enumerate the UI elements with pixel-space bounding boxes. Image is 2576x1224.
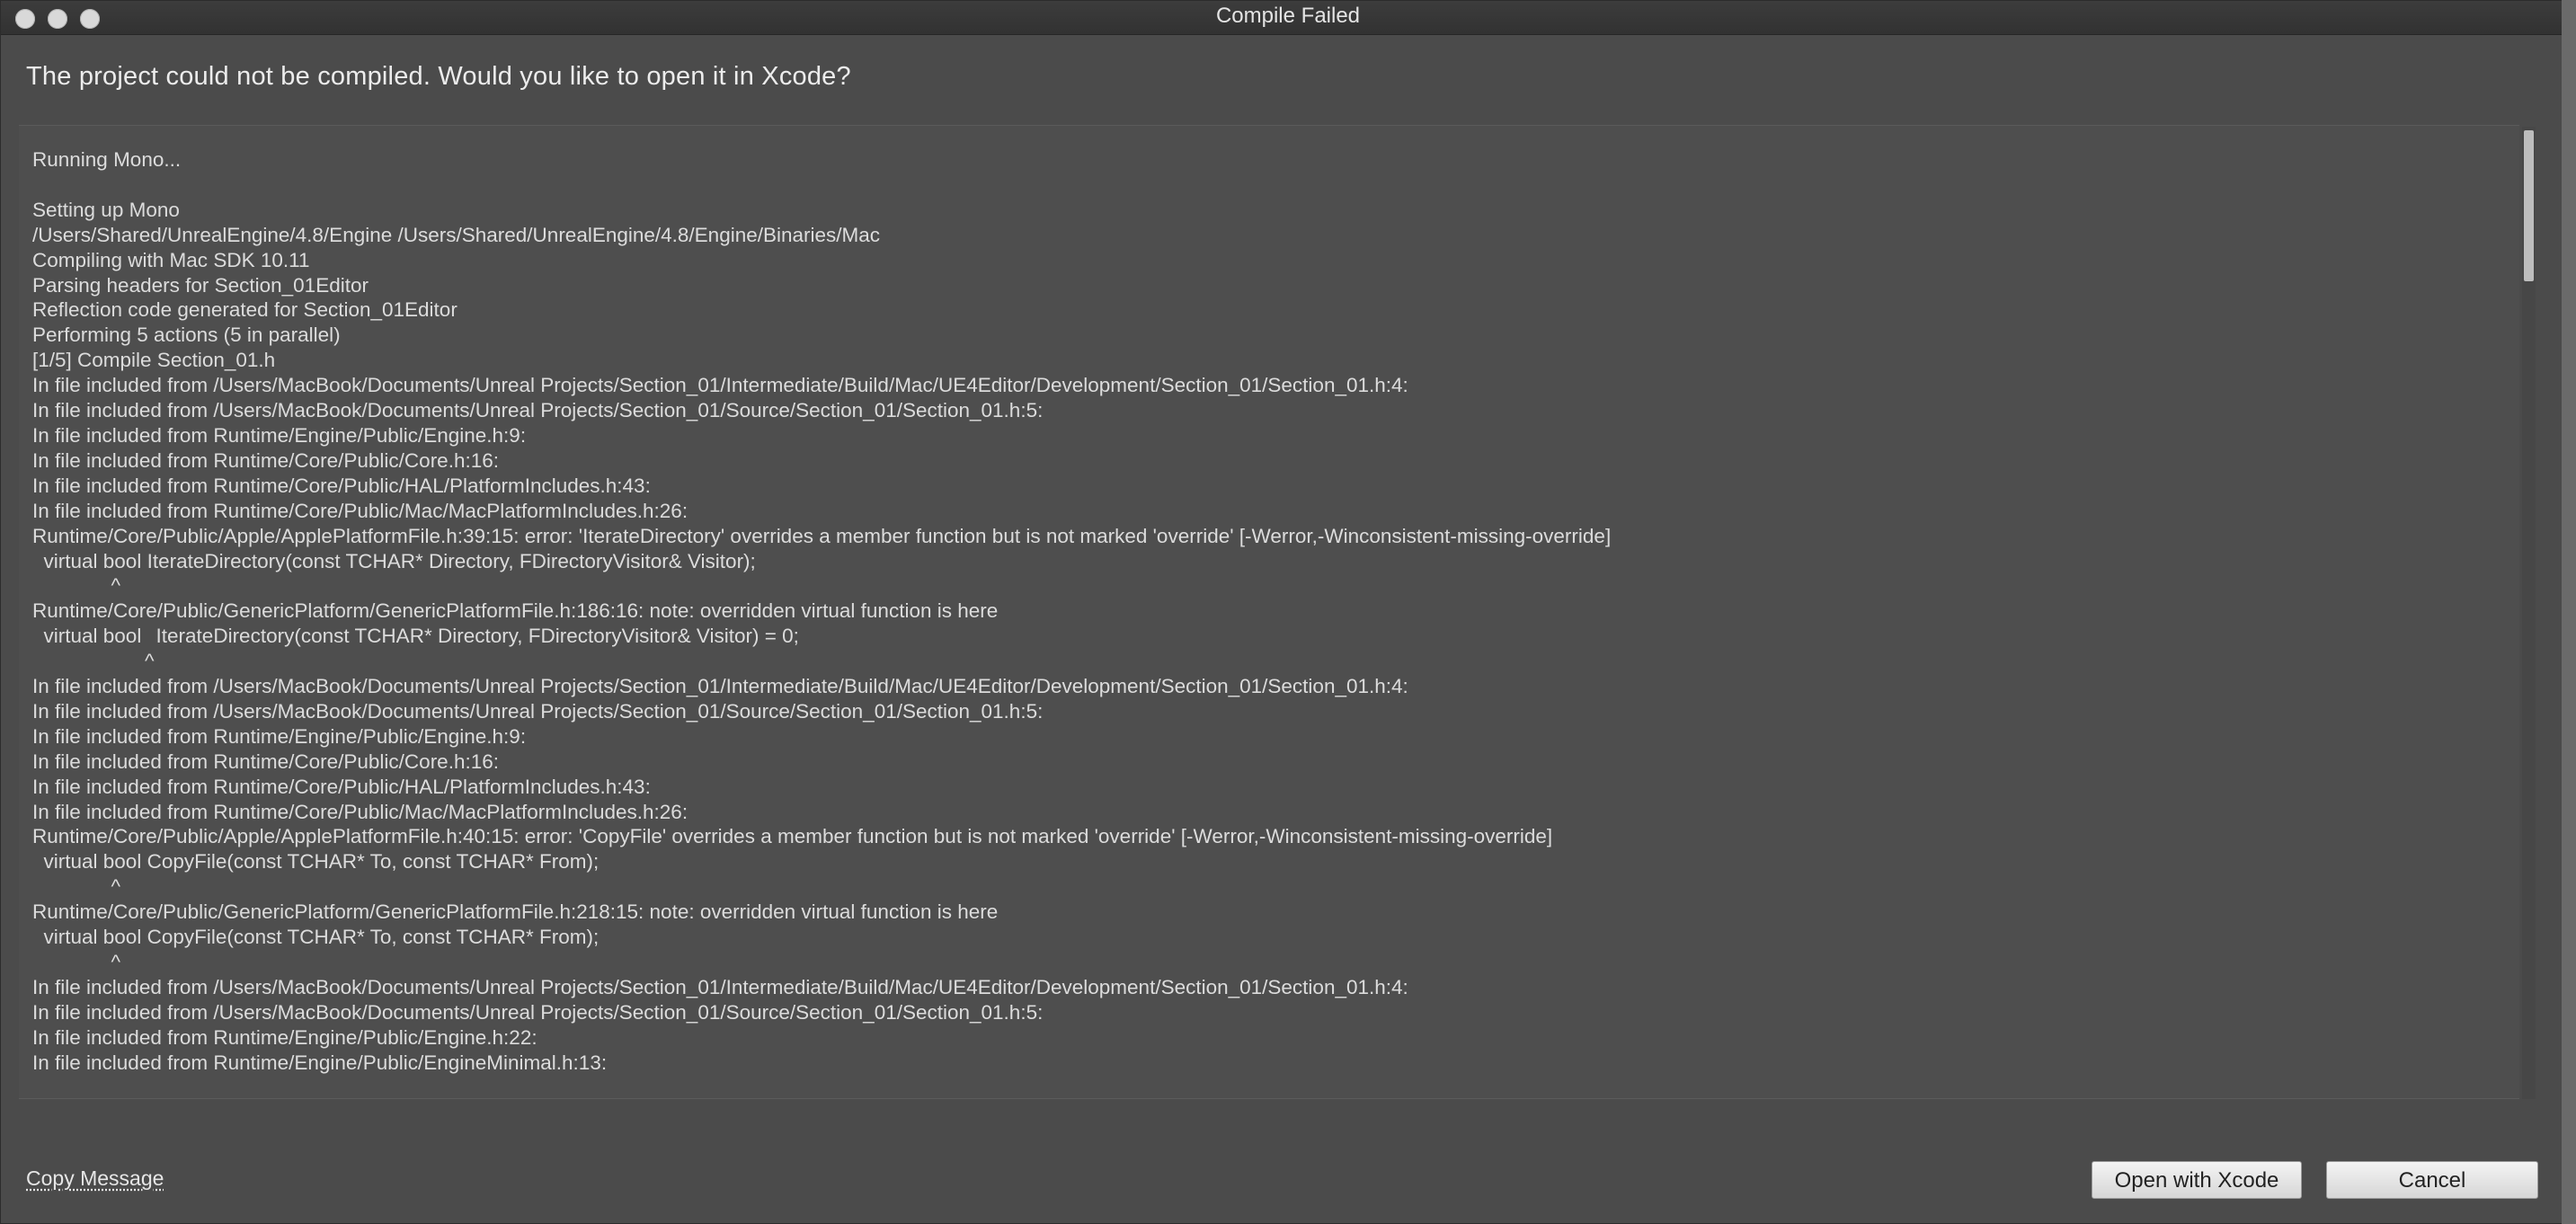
log-line: In file included from Runtime/Engine/Pub… [32,423,527,447]
log-line: Compiling with Mac SDK 10.11 [32,248,310,271]
log-line: In file included from Runtime/Core/Publi… [32,474,651,497]
log-line: In file included from /Users/MacBook/Doc… [32,975,1408,998]
log-line: virtual bool CopyFile(const TCHAR* To, c… [32,926,600,949]
log-line: Runtime/Core/Public/GenericPlatform/Gene… [32,900,999,924]
log-line: Setting up Mono [32,198,180,221]
log-line: Runtime/Core/Public/Apple/ApplePlatformF… [32,524,1612,547]
log-line: In file included from /Users/MacBook/Doc… [32,699,1044,723]
copy-message-link[interactable]: Copy Message [26,1166,164,1191]
log-line: In file included from Runtime/Engine/Pub… [32,1051,608,1074]
log-line: In file included from /Users/MacBook/Doc… [32,675,1408,698]
background-edge [2562,0,2576,1224]
log-line: ^ [32,951,121,973]
log-line: Runtime/Core/Public/GenericPlatform/Gene… [32,599,999,623]
open-with-xcode-button[interactable]: Open with Xcode [2092,1161,2302,1199]
log-line: In file included from Runtime/Core/Publi… [32,499,688,522]
log-line: In file included from /Users/MacBook/Doc… [32,399,1044,422]
log-scrollbar[interactable] [2522,127,2536,1099]
title-bar[interactable]: Compile Failed [1,1,2575,35]
log-line: In file included from Runtime/Engine/Pub… [32,724,527,748]
log-line: In file included from Runtime/Core/Publi… [32,749,499,773]
log-line: Running Mono... [32,148,182,171]
window-title: Compile Failed [1215,4,1361,28]
log-line: Performing 5 actions (5 in parallel) [32,324,341,347]
cancel-button[interactable]: Cancel [2326,1161,2538,1199]
log-line: ^ [32,574,121,598]
log-line: In file included from Runtime/Core/Publi… [32,775,651,798]
log-line: In file included from Runtime/Engine/Pub… [32,1025,537,1049]
log-line: ^ [32,650,155,673]
log-scrollbar-thumb[interactable] [2524,130,2534,281]
dialog-prompt: The project could not be compiled. Would… [26,62,851,91]
log-line: Reflection code generated for Section_01… [32,298,457,322]
log-line: [1/5] Compile Section_01.h [32,349,276,372]
log-line: /Users/Shared/UnrealEngine/4.8/Engine /U… [32,223,881,246]
log-line: virtual bool CopyFile(const TCHAR* To, c… [32,850,600,874]
log-line: ^ [32,875,121,899]
log-line: In file included from /Users/MacBook/Doc… [32,1000,1044,1024]
log-line: Runtime/Core/Public/Apple/ApplePlatformF… [32,825,1553,848]
compile-log-text[interactable]: Running Mono... Setting up Mono /Users/S… [32,147,1611,1076]
log-line: Parsing headers for Section_01Editor [32,273,369,297]
log-line: In file included from Runtime/Core/Publi… [32,448,499,472]
log-line: virtual bool IterateDirectory(const TCHA… [32,625,799,648]
log-line: In file included from /Users/MacBook/Doc… [32,374,1408,397]
compile-log-panel[interactable]: Running Mono... Setting up Mono /Users/S… [19,125,2519,1099]
compile-failed-dialog: Compile Failed The project could not be … [0,0,2576,1224]
log-line: virtual bool IterateDirectory(const TCHA… [32,549,756,572]
log-line: In file included from Runtime/Core/Publi… [32,800,688,823]
